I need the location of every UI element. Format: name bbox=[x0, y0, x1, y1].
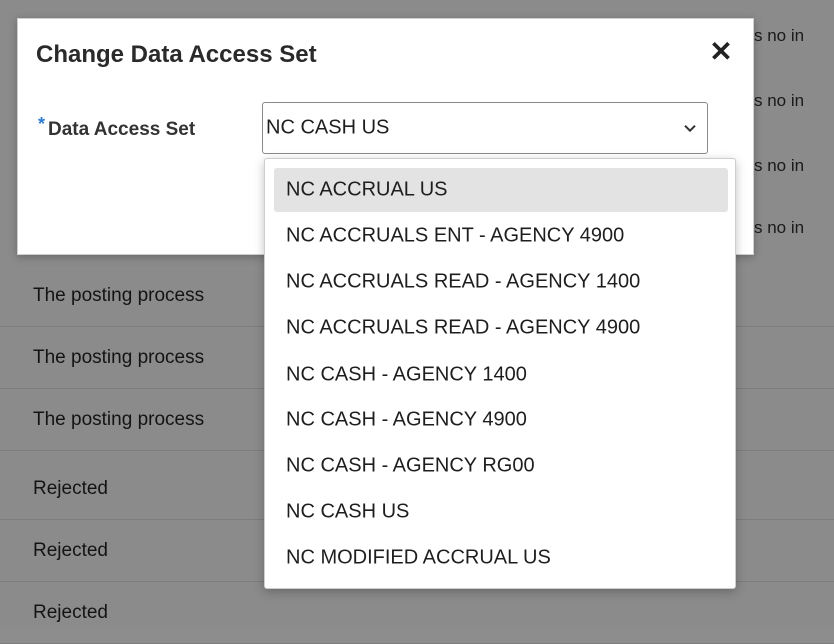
option-item[interactable]: NC ACCRUALS ENT - AGENCY 4900 bbox=[274, 214, 728, 258]
row-status-cell: Rejected bbox=[33, 539, 108, 561]
option-label: NC ACCRUALS READ - AGENCY 1400 bbox=[286, 270, 641, 293]
option-label: NC ACCRUALS ENT - AGENCY 4900 bbox=[286, 224, 625, 247]
data-access-set-options-list: NC ACCRUAL US NC ACCRUALS ENT - AGENCY 4… bbox=[264, 158, 736, 589]
option-label: NC CASH - AGENCY 1400 bbox=[286, 363, 527, 386]
row-status-cell: The posting process bbox=[33, 284, 205, 306]
option-label: NC MODIFIED ACCRUAL US bbox=[286, 546, 551, 569]
option-label: NC CASH - AGENCY RG00 bbox=[286, 454, 535, 477]
close-icon[interactable]: ✕ bbox=[708, 35, 734, 69]
option-label: NC ACCRUAL US bbox=[286, 178, 448, 201]
option-label: NC CASH US bbox=[286, 500, 410, 523]
background-text-snippet: s no in bbox=[754, 156, 805, 175]
data-access-set-select[interactable]: NC CASH US bbox=[262, 102, 708, 154]
row-status-cell: Rejected bbox=[33, 477, 108, 499]
field-label-text: Data Access Set bbox=[48, 119, 196, 140]
background-text-snippet: s no in bbox=[754, 91, 805, 110]
option-item[interactable]: NC CASH - AGENCY 1400 bbox=[274, 353, 728, 397]
row-status-cell: Rejected bbox=[33, 601, 108, 623]
option-item[interactable]: NC CASH US bbox=[274, 490, 728, 534]
row-status-cell: The posting process bbox=[33, 408, 205, 430]
option-label: NC ACCRUALS READ - AGENCY 4900 bbox=[286, 316, 641, 339]
dialog-title: Change Data Access Set bbox=[36, 41, 317, 68]
required-indicator: * bbox=[38, 114, 46, 134]
option-item[interactable]: NC CASH - AGENCY RG00 bbox=[274, 444, 728, 488]
data-access-set-label: * Data Access Set bbox=[38, 114, 196, 141]
option-item[interactable]: NC ACCRUAL US bbox=[274, 168, 728, 212]
option-item[interactable]: NC MODIFIED ACCRUAL US bbox=[274, 536, 728, 580]
background-text-snippet: s no in bbox=[754, 26, 805, 45]
option-item[interactable]: NC ACCRUALS READ - AGENCY 1400 bbox=[274, 260, 728, 304]
option-item[interactable]: NC ACCRUALS READ - AGENCY 4900 bbox=[274, 306, 728, 350]
option-item[interactable]: NC CASH - AGENCY 4900 bbox=[274, 398, 728, 442]
chevron-down-icon bbox=[684, 124, 696, 133]
option-label: NC CASH - AGENCY 4900 bbox=[286, 408, 527, 431]
table-row[interactable]: Rejected bbox=[0, 582, 834, 644]
row-status-cell: The posting process bbox=[33, 346, 205, 368]
selected-value: NC CASH US bbox=[266, 116, 390, 139]
background-text-snippet: s no in bbox=[754, 218, 805, 237]
